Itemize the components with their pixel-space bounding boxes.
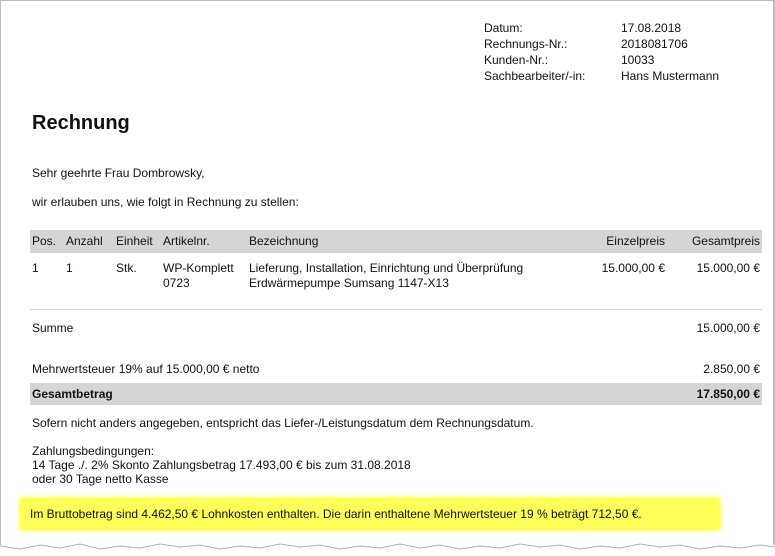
frame-top-border [0,0,775,1]
mwst-value: 2.850,00 € [703,362,760,376]
mwst-row: Mehrwertsteuer 19% auf 15.000,00 € netto… [30,360,762,378]
sachbearbeiter-value: Hans Mustermann [621,69,720,83]
header-artikelnr: Artikelnr. [163,234,210,248]
kundennr-value: 10033 [621,53,655,67]
mwst-label: Mehrwertsteuer 19% auf 15.000,00 € netto [32,362,260,376]
bezeichnung-line-2: Erdwärmepumpe Sumsang 1147-X13 [249,276,449,290]
meta-row-datum: Datum: 17.08.2018 [484,20,754,36]
summe-value: 15.000,00 € [696,321,760,335]
kundennr-label: Kunden-Nr.: [484,53,549,67]
gesamtbetrag-row: Gesamtbetrag 17.850,00 € [30,383,762,405]
invoice-page: Datum: 17.08.2018 Rechnungs-Nr.: 2018081… [0,0,775,556]
artikelnr-line-2: 0723 [163,276,190,290]
cell-anzahl: 1 [66,261,73,275]
artikelnr-line-1: WP-Komplett [163,261,234,275]
invoice-title: Rechnung [32,112,130,134]
payment-terms-skonto: 14 Tage ./. 2% Skonto Zahlungsbetrag 17.… [32,458,411,472]
header-einzelpreis: Einzelpreis [606,234,665,248]
cell-artikelnr: WP-Komplett 0723 [163,261,249,291]
cell-bezeichnung: Lieferung, Installation, Einrichtung und… [249,261,609,291]
header-pos: Pos. [32,234,57,248]
payment-terms-heading: Zahlungsbedingungen: [32,444,155,458]
sachbearbeiter-label: Sachbearbeiter/-in: [484,69,586,83]
header-einheit: Einheit [116,234,153,248]
table-row: 1 1 Stk. WP-Komplett 0723 Lieferung, Ins… [30,253,762,310]
torn-paper-edge [0,543,775,556]
delivery-date-note: Sofern nicht anders angegeben, entsprich… [32,416,534,430]
gesamtbetrag-value: 17.850,00 € [696,387,760,401]
items-table: Pos. Anzahl Einheit Artikelnr. Bezeichnu… [30,230,762,310]
summe-label: Summe [32,321,74,335]
meta-row-kundennr: Kunden-Nr.: 10033 [484,52,754,68]
datum-value: 17.08.2018 [621,21,682,35]
intro-text: wir erlauben uns, wie folgt in Rechnung … [32,195,299,209]
payment-terms-netto: oder 30 Tage netto Kasse [32,472,169,486]
meta-row-rechnungsnr: Rechnungs-Nr.: 2018081706 [484,36,754,52]
cell-einzelpreis: 15.000,00 € [601,261,665,275]
header-gesamtpreis: Gesamtpreis [691,234,760,248]
rechnungsnr-value: 2018081706 [621,37,688,51]
cell-gesamtpreis: 15.000,00 € [696,261,760,275]
cell-pos: 1 [32,261,39,275]
rechnungsnr-label: Rechnungs-Nr.: [484,37,568,51]
bezeichnung-line-1: Lieferung, Installation, Einrichtung und… [249,261,524,275]
invoice-meta: Datum: 17.08.2018 Rechnungs-Nr.: 2018081… [484,20,754,84]
payment-terms: Zahlungsbedingungen: 14 Tage ./. 2% Skon… [32,444,411,486]
header-anzahl: Anzahl [66,234,103,248]
header-bezeichnung: Bezeichnung [249,234,319,248]
greeting-text: Sehr geehrte Frau Dombrowsky, [32,166,205,180]
labor-cost-highlight: Im Bruttobetrag sind 4.462,50 € Lohnkost… [20,498,720,530]
meta-row-sachbearbeiter: Sachbearbeiter/-in: Hans Mustermann [484,68,754,84]
gesamtbetrag-label: Gesamtbetrag [32,387,113,401]
items-table-header: Pos. Anzahl Einheit Artikelnr. Bezeichnu… [30,230,762,253]
frame-left-border [0,0,1,545]
cell-einheit: Stk. [116,261,137,275]
datum-label: Datum: [484,21,523,35]
summe-row: Summe 15.000,00 € [30,319,762,337]
